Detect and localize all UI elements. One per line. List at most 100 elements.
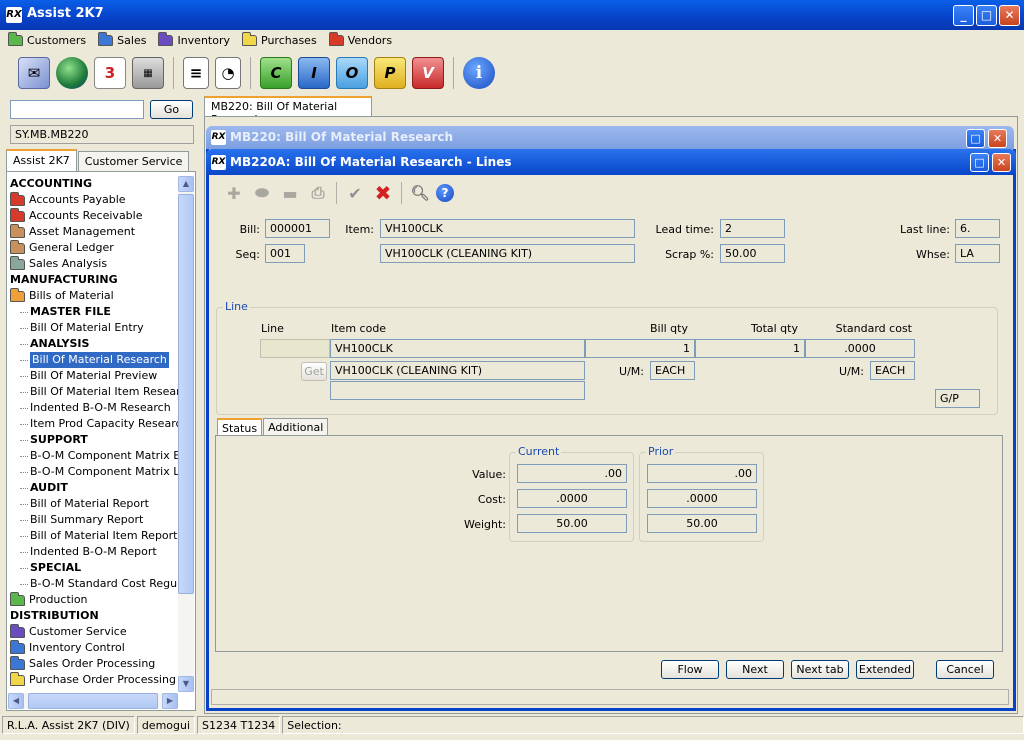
tree-group-header[interactable]: AUDIT — [8, 480, 180, 496]
calendar-icon[interactable]: 3 — [94, 57, 126, 89]
inventory-i-icon[interactable]: I — [298, 57, 330, 89]
menu-vendors[interactable]: Vendors — [328, 31, 392, 47]
close-button[interactable]: ✕ — [999, 5, 1020, 26]
scroll-thumb[interactable] — [178, 194, 194, 594]
vendors-v-icon[interactable]: V — [412, 57, 444, 89]
scroll-up-icon[interactable]: ▲ — [178, 176, 194, 192]
tab-customer-service[interactable]: Customer Service — [77, 151, 190, 171]
tree-item[interactable]: Sales Analysis — [8, 255, 180, 272]
tab-additional[interactable]: Additional — [263, 418, 329, 436]
um-field[interactable]: EACH — [650, 361, 695, 380]
prior-group-title: Prior — [646, 445, 676, 458]
scroll-down-icon[interactable]: ▼ — [178, 676, 194, 692]
customers-c-icon[interactable]: C — [260, 57, 292, 89]
tree-item[interactable]: Bill Of Material Research — [8, 352, 180, 368]
tab-assist-2k7[interactable]: Assist 2K7 — [6, 149, 77, 171]
tree-group-header[interactable]: MASTER FILE — [8, 304, 180, 320]
extended-button[interactable]: Extended — [856, 660, 914, 679]
tree-item[interactable]: Item Prod Capacity Research — [8, 416, 180, 432]
help-icon[interactable]: ? — [436, 184, 454, 202]
line-extra-field[interactable] — [330, 381, 585, 400]
seq-field[interactable]: 001 — [265, 244, 305, 263]
tree-item[interactable]: B-O-M Component Matrix List — [8, 464, 180, 480]
tree-item[interactable]: Bill of Material Item Report — [8, 528, 180, 544]
accept-check-icon[interactable]: ✔ — [343, 181, 367, 205]
document-tab[interactable]: MB220: Bill Of Material Research — [204, 96, 372, 126]
tree-item[interactable]: Purchase Order Processing — [8, 671, 180, 688]
info-icon[interactable]: i — [463, 57, 495, 89]
report-icon[interactable]: ≡ — [183, 57, 209, 89]
flow-button[interactable]: Flow — [661, 660, 719, 679]
tree-item[interactable]: Bills of Material — [8, 287, 180, 304]
menu-purchases[interactable]: Purchases — [242, 31, 317, 47]
tree-item[interactable]: Asset Management — [8, 223, 180, 240]
next-tab-button[interactable]: Next tab — [791, 660, 849, 679]
tree-item[interactable]: Bill Of Material Entry — [8, 320, 180, 336]
maximize-button[interactable]: □ — [976, 5, 997, 26]
mail-icon[interactable]: ✉ — [18, 57, 50, 89]
item-field[interactable]: VH100CLK — [380, 219, 635, 238]
background-window-titlebar[interactable]: RX MB220: Bill Of Material Research □ ✕ — [206, 126, 1014, 150]
tree-group-header[interactable]: SPECIAL — [8, 560, 180, 576]
add-icon[interactable]: ✚ — [222, 181, 246, 205]
delete-icon[interactable]: ▬ — [278, 181, 302, 205]
globe-icon[interactable] — [56, 57, 88, 89]
tree-item[interactable]: Bill of Material Report — [8, 496, 180, 512]
tree-item[interactable]: Bill Summary Report — [8, 512, 180, 528]
tree-item[interactable]: Indented B-O-M Research — [8, 400, 180, 416]
tree-item[interactable]: Accounts Payable — [8, 191, 180, 208]
minimize-button[interactable]: _ — [953, 5, 974, 26]
go-button[interactable]: Go — [150, 100, 193, 119]
scroll-right-icon[interactable]: ▶ — [162, 693, 178, 709]
tree-item[interactable]: Bill Of Material Preview — [8, 368, 180, 384]
tree-item[interactable]: B-O-M Component Matrix Entry — [8, 448, 180, 464]
menu-sales[interactable]: Sales — [98, 31, 146, 47]
tree-item[interactable]: Bill Of Material Item Research — [8, 384, 180, 400]
cancel-button[interactable]: Cancel — [936, 660, 994, 679]
tree-item[interactable]: Sales Order Processing — [8, 655, 180, 672]
tree-group-header[interactable]: ANALYSIS — [8, 336, 180, 352]
tree-item[interactable]: General Ledger — [8, 239, 180, 256]
tree-item[interactable]: Accounts Receivable — [8, 207, 180, 224]
hscroll-thumb[interactable] — [28, 693, 158, 709]
status-selection: Selection: — [282, 716, 1024, 734]
purchases-p-icon[interactable]: P — [374, 57, 406, 89]
lines-maximize-button[interactable]: □ — [970, 153, 989, 172]
tree-item[interactable]: Indented B-O-M Report — [8, 544, 180, 560]
menu-search-input[interactable] — [10, 100, 144, 119]
tree-vertical-scrollbar[interactable]: ▲ ▼ — [178, 176, 194, 692]
tree-item-label: B-O-M Component Matrix List — [30, 465, 180, 478]
bg-close-button[interactable]: ✕ — [988, 129, 1007, 148]
scrap-percent-field[interactable]: 50.00 — [720, 244, 785, 263]
folder-icon — [10, 591, 25, 606]
get-button[interactable]: Get — [301, 362, 327, 381]
tree-item[interactable]: B-O-M Standard Cost Regulato — [8, 576, 180, 592]
orders-o-icon[interactable]: O — [336, 57, 368, 89]
next-button[interactable]: Next — [726, 660, 784, 679]
line-item-code-field[interactable]: VH100CLK — [330, 339, 585, 358]
chart-report-icon[interactable]: ◔ — [215, 57, 241, 89]
print-icon[interactable]: ⎙ — [306, 181, 330, 205]
tree-item[interactable]: Customer Service — [8, 623, 180, 640]
cancel-x-icon[interactable]: ✖ — [371, 181, 395, 205]
tree-group-header[interactable]: SUPPORT — [8, 432, 180, 448]
tab-status[interactable]: Status — [217, 418, 263, 436]
edit-icon[interactable]: ⬬ — [250, 181, 274, 205]
lines-close-button[interactable]: ✕ — [992, 153, 1011, 172]
tree-horizontal-scrollbar[interactable]: ◀ ▶ — [8, 693, 178, 709]
bill-field[interactable]: 000001 — [265, 219, 330, 238]
menu-customers[interactable]: Customers — [8, 31, 86, 47]
lines-window-titlebar[interactable]: RX MB220A: Bill Of Material Research - L… — [206, 149, 1016, 175]
bg-maximize-button[interactable]: □ — [966, 129, 985, 148]
lead-time-field[interactable]: 2 — [720, 219, 785, 238]
line-bill-qty-field[interactable]: 1 — [585, 339, 695, 358]
warehouse-field[interactable]: LA — [955, 244, 1000, 263]
um2-field[interactable]: EACH — [870, 361, 915, 380]
menu-inventory[interactable]: Inventory — [158, 31, 230, 47]
calculator-icon[interactable]: ▦ — [132, 57, 164, 89]
line-number-field[interactable] — [260, 339, 330, 358]
search-icon[interactable]: 🔍︎ — [408, 181, 432, 205]
tree-item[interactable]: Inventory Control — [8, 639, 180, 656]
scroll-left-icon[interactable]: ◀ — [8, 693, 24, 709]
tree-item[interactable]: Production — [8, 591, 180, 608]
